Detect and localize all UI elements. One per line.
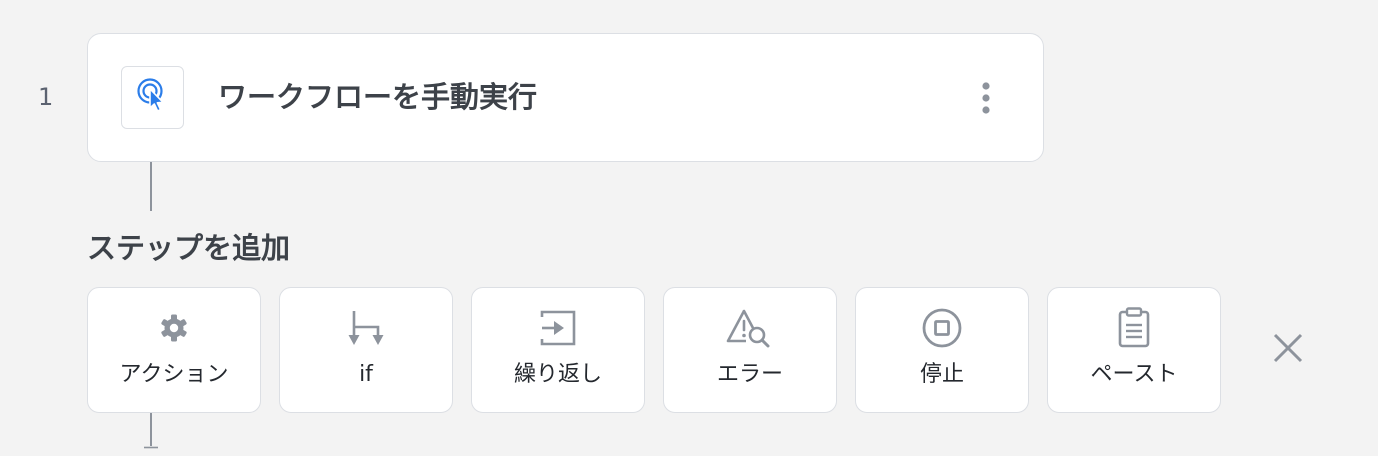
if-label: if xyxy=(359,362,373,387)
action-button[interactable]: アクション xyxy=(87,287,261,413)
gear-icon xyxy=(158,312,190,348)
close-button[interactable] xyxy=(1266,328,1310,372)
clipboard-icon xyxy=(1116,307,1152,353)
loop-label: 繰り返し xyxy=(513,362,602,387)
paste-button[interactable]: ペースト xyxy=(1047,287,1221,413)
connector-line xyxy=(150,162,152,211)
step-number: 1 xyxy=(38,83,54,111)
add-step-title: ステップを追加 xyxy=(87,231,291,265)
paste-label: ペースト xyxy=(1090,362,1178,387)
tap-pointer-icon xyxy=(136,77,170,119)
connector-arrow-icon xyxy=(143,437,159,449)
trigger-icon-box xyxy=(121,66,184,129)
kebab-menu-icon[interactable] xyxy=(974,80,998,116)
action-label: アクション xyxy=(119,362,229,387)
trigger-title: ワークフローを手動実行 xyxy=(218,80,538,114)
error-button[interactable]: エラー xyxy=(663,287,837,413)
stop-icon xyxy=(921,307,963,353)
loop-icon xyxy=(538,308,578,352)
close-icon xyxy=(1273,333,1303,367)
error-search-icon xyxy=(726,308,774,352)
stop-label: 停止 xyxy=(919,362,964,387)
loop-button[interactable]: 繰り返し xyxy=(471,287,645,413)
stop-button[interactable]: 停止 xyxy=(855,287,1029,413)
if-button[interactable]: if xyxy=(279,287,453,413)
branch-icon xyxy=(346,308,386,352)
trigger-card[interactable]: ワークフローを手動実行 xyxy=(87,33,1044,162)
error-label: エラー xyxy=(716,362,783,387)
